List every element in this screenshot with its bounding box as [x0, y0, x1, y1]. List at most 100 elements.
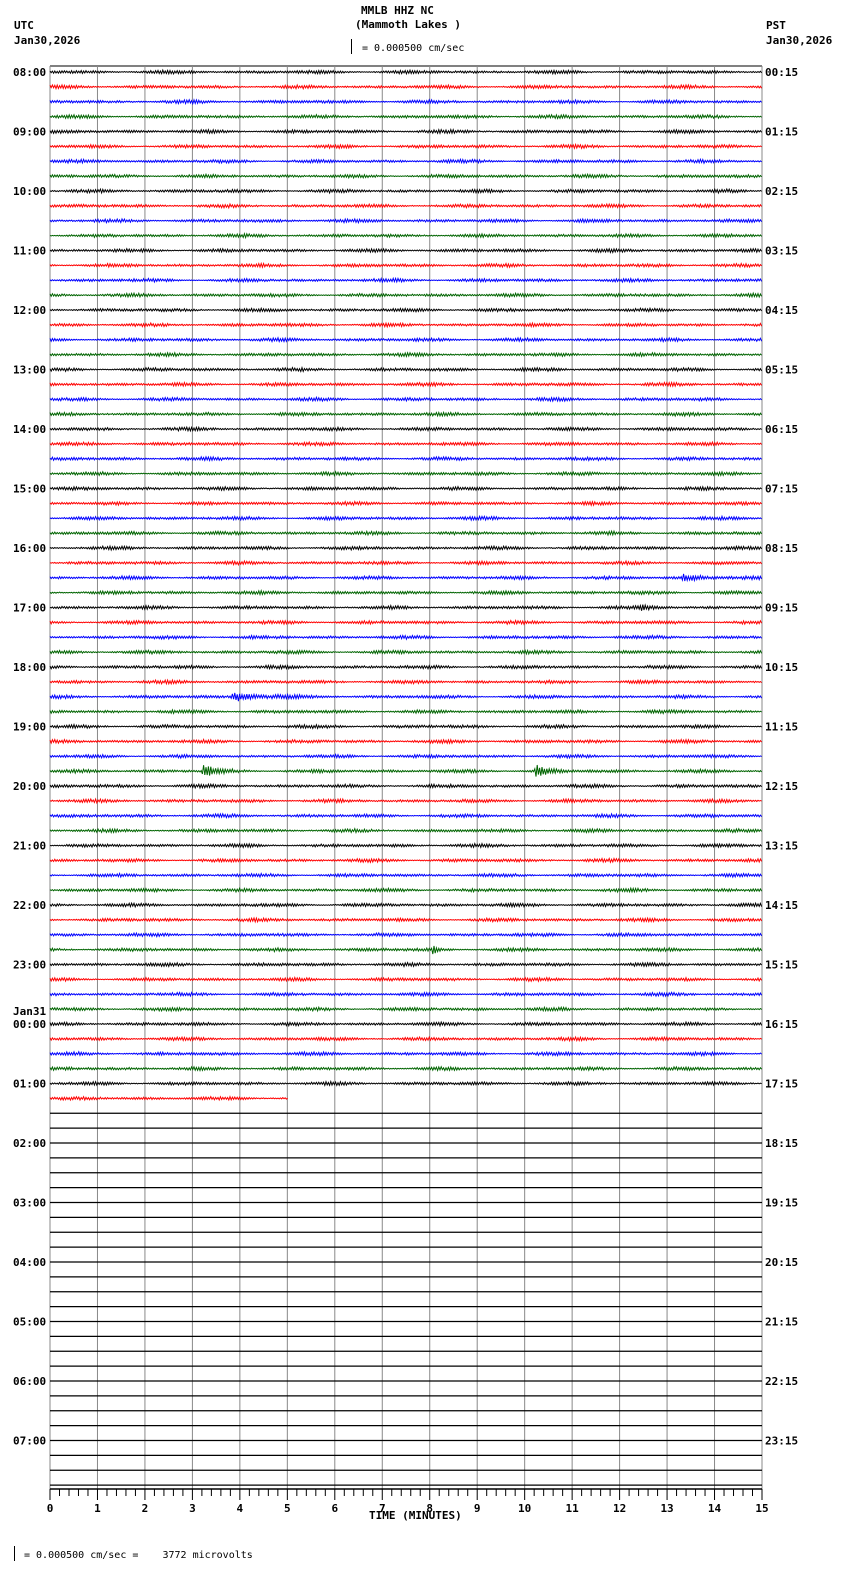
- pst-hour-label: 15:15: [765, 959, 798, 972]
- pst-hour-label: 05:15: [765, 364, 798, 377]
- seismic-trace: [49, 425, 762, 433]
- seismic-trace: [49, 1065, 762, 1073]
- seismic-trace: [49, 291, 763, 299]
- utc-hour-label: 00:00: [13, 1018, 46, 1031]
- x-tick-label: 14: [708, 1502, 722, 1515]
- utc-hour-label: 04:00: [13, 1256, 46, 1269]
- seismic-trace: [49, 217, 763, 225]
- x-tick-label: 5: [284, 1502, 291, 1515]
- seismic-trace: [49, 1020, 763, 1028]
- utc-hour-label: 10:00: [13, 185, 46, 198]
- seismic-trace: [49, 976, 763, 983]
- x-tick-label: 9: [474, 1502, 481, 1515]
- x-tick-label: 12: [613, 1502, 626, 1515]
- seismic-trace: [49, 470, 762, 477]
- pst-hour-label: 06:15: [765, 423, 798, 436]
- x-tick-label: 1: [94, 1502, 101, 1515]
- x-tick-label: 8: [426, 1502, 433, 1515]
- x-tick-label: 10: [518, 1502, 531, 1515]
- seismic-trace: [49, 187, 762, 195]
- seismic-trace: [49, 634, 762, 641]
- utc-hour-label: 05:00: [13, 1316, 46, 1329]
- seismic-trace: [49, 113, 762, 120]
- pst-hour-label: 23:15: [765, 1435, 798, 1448]
- utc-hour-label: 23:00: [13, 959, 46, 972]
- utc-hour-label: 08:00: [13, 66, 46, 79]
- seismic-trace: [49, 321, 763, 329]
- utc-date-label: Jan31: [13, 1005, 46, 1018]
- utc-hour-label: 06:00: [13, 1375, 46, 1388]
- x-tick-label: 0: [47, 1502, 54, 1515]
- x-tick-label: 13: [660, 1502, 673, 1515]
- utc-hour-label: 07:00: [13, 1435, 46, 1448]
- seismic-trace: [49, 916, 763, 924]
- seismic-trace: [49, 812, 762, 819]
- seismic-trace: [49, 410, 762, 418]
- seismic-trace: [49, 172, 762, 180]
- utc-hour-label: 20:00: [13, 780, 46, 793]
- seismic-trace: [49, 395, 762, 403]
- seismic-trace: [49, 68, 762, 76]
- seismic-trace: [49, 559, 762, 567]
- seismic-trace: [49, 842, 762, 849]
- seismic-trace: [49, 573, 763, 583]
- utc-hour-label: 14:00: [13, 423, 46, 436]
- seismic-trace: [49, 931, 763, 938]
- seismic-trace: [49, 692, 763, 702]
- seismic-trace: [49, 945, 763, 955]
- seismic-trace: [49, 500, 762, 507]
- seismic-trace: [49, 83, 763, 91]
- pst-hour-label: 07:15: [765, 483, 798, 496]
- x-tick-label: 11: [566, 1502, 580, 1515]
- seismic-trace: [49, 738, 762, 745]
- seismic-trace: [49, 619, 763, 626]
- helicorder-plot: 08:00 00:15 09:00 01:15 10:00 02:15 11:00 03:15…: [13, 65, 798, 1515]
- seismic-trace: [49, 440, 762, 448]
- seismic-trace: [49, 961, 762, 968]
- pst-hour-label: 11:15: [765, 721, 798, 734]
- seismic-trace: [49, 98, 762, 106]
- seismic-trace: [49, 380, 763, 388]
- x-tick-label: 7: [379, 1502, 386, 1515]
- seismic-trace: [49, 157, 762, 165]
- seismic-trace: [49, 232, 762, 240]
- seismic-trace: [49, 663, 763, 671]
- seismic-trace: [49, 764, 762, 777]
- utc-hour-label: 21:00: [13, 840, 46, 853]
- utc-hour-label: 12:00: [13, 304, 46, 317]
- pst-hour-label: 09:15: [765, 602, 798, 615]
- seismic-trace: [49, 1005, 762, 1013]
- pst-hour-label: 18:15: [765, 1137, 798, 1150]
- seismic-trace: [49, 485, 762, 492]
- pst-hour-label: 03:15: [765, 245, 798, 258]
- seismic-trace: [49, 1079, 762, 1087]
- seismic-trace: [49, 247, 763, 254]
- utc-hour-label: 02:00: [13, 1137, 46, 1150]
- pst-hour-label: 01:15: [765, 126, 798, 139]
- seismic-trace: [49, 782, 762, 790]
- pst-hour-label: 12:15: [765, 780, 798, 793]
- seismic-trace: [49, 901, 763, 909]
- seismic-trace: [49, 872, 763, 879]
- seismic-trace: [49, 603, 763, 612]
- seismic-trace: [49, 351, 762, 358]
- utc-hour-label: 22:00: [13, 899, 46, 912]
- seismic-trace: [49, 128, 762, 135]
- seismic-trace: [49, 797, 762, 805]
- utc-hour-label: 17:00: [13, 602, 46, 615]
- utc-hour-label: 03:00: [13, 1197, 46, 1210]
- utc-hour-label: 11:00: [13, 245, 46, 258]
- seismic-trace: [49, 708, 762, 715]
- pst-hour-label: 17:15: [765, 1078, 798, 1091]
- seismic-trace: [49, 202, 763, 210]
- pst-hour-label: 10:15: [765, 661, 798, 674]
- pst-hour-label: 19:15: [765, 1197, 798, 1210]
- seismic-trace: [49, 827, 763, 835]
- seismic-trace: [49, 514, 762, 522]
- pst-hour-label: 16:15: [765, 1018, 798, 1031]
- pst-hour-label: 13:15: [765, 840, 798, 853]
- utc-hour-label: 13:00: [13, 364, 46, 377]
- x-tick-label: 3: [189, 1502, 196, 1515]
- seismic-trace: [49, 1050, 762, 1058]
- seismic-trace: [49, 991, 763, 998]
